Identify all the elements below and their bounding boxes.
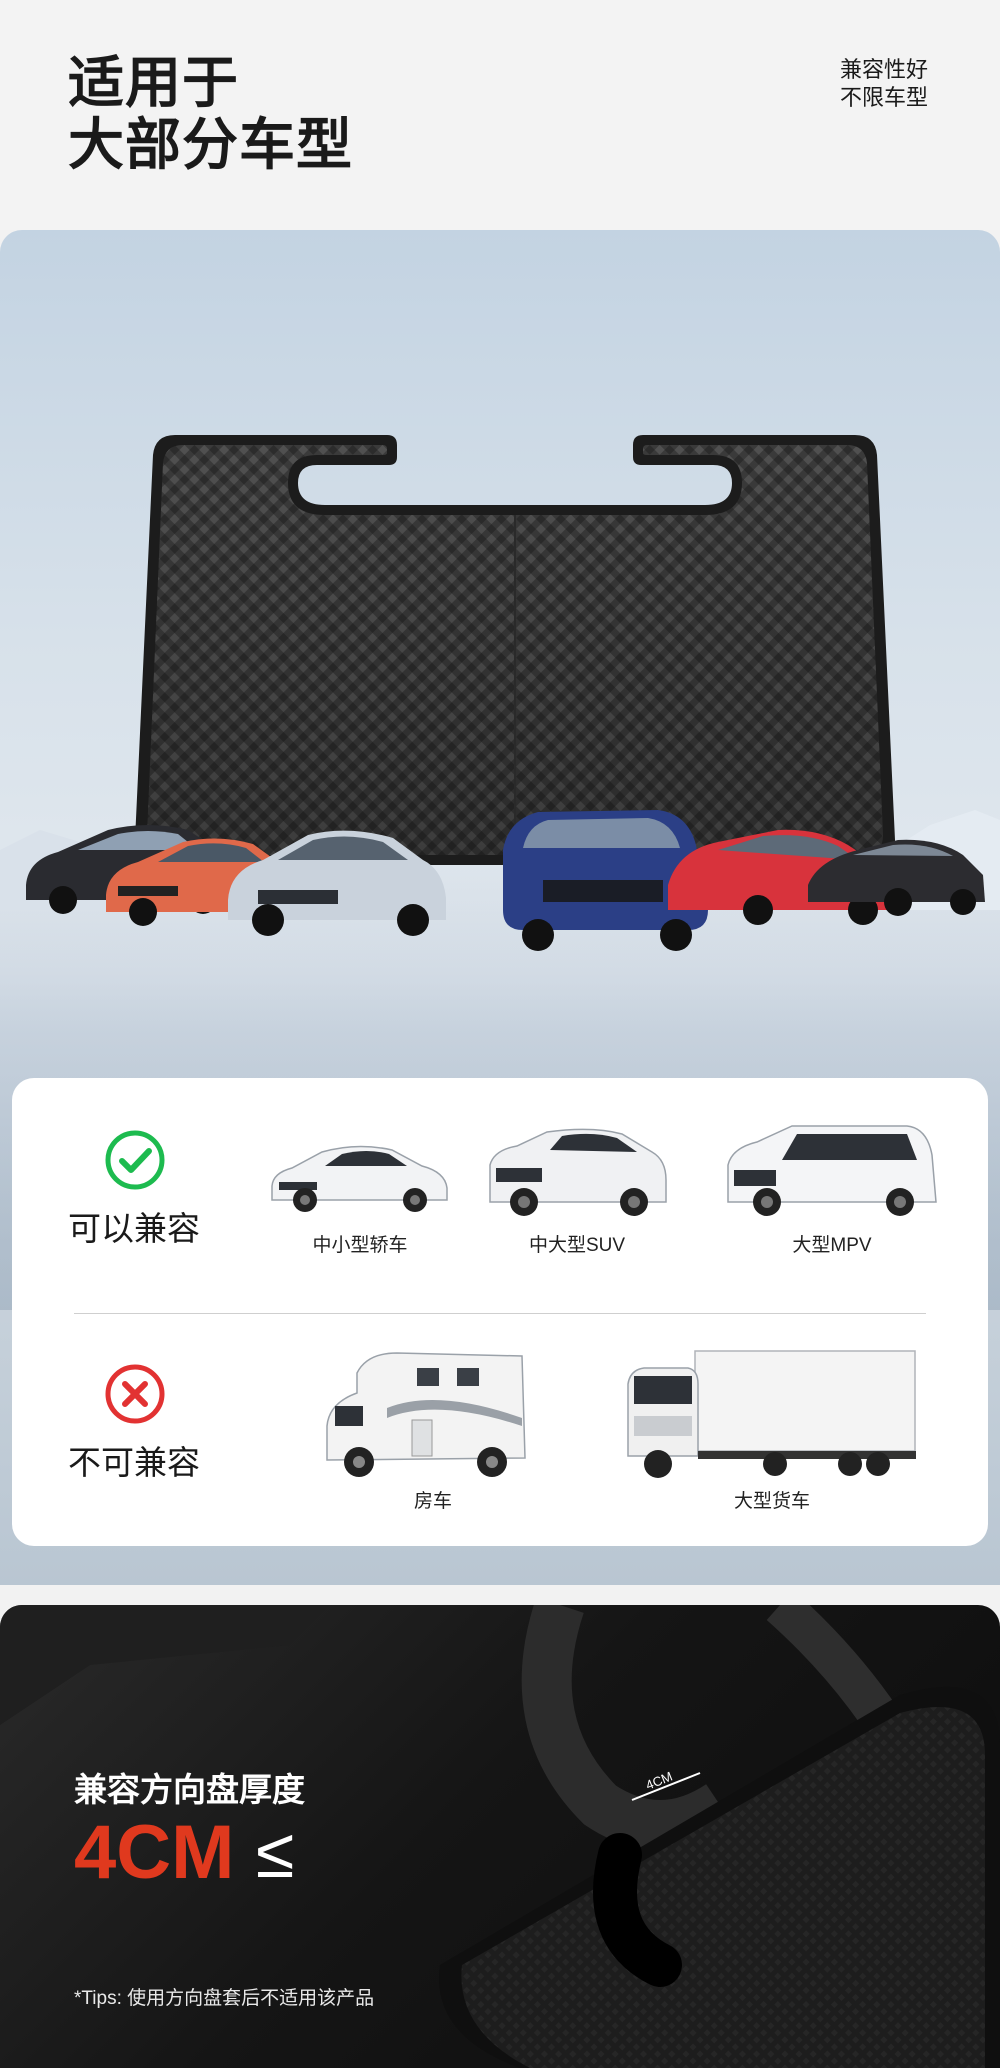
less-equal-symbol: ≤ [256, 1814, 295, 1892]
tips-text: *Tips: 使用方向盘套后不适用该产品 [74, 1988, 375, 2009]
tagline: 兼容性好 不限车型 [840, 56, 928, 112]
thickness-value: 4CM [74, 1810, 235, 1895]
sedan-image [271, 1145, 448, 1212]
vehicle-label-rv: 房车 [413, 1491, 452, 1512]
vehicle-label-suv: 中大型SUV [528, 1235, 626, 1256]
car-silver-sedan [228, 830, 446, 936]
incompatible-label: 不可兼容 [68, 1444, 200, 1481]
check-circle-icon [105, 1130, 165, 1190]
rv-image [326, 1352, 526, 1477]
tagline-line-1: 兼容性好 [839, 57, 928, 82]
title-line-1: 适用于 [68, 51, 239, 114]
vehicle-label-sedan: 中小型轿车 [312, 1235, 408, 1256]
divider [74, 1313, 926, 1314]
cross-circle-icon [105, 1364, 165, 1424]
title-line-2: 大部分车型 [68, 113, 353, 176]
vehicle-label-mpv: 大型MPV [792, 1235, 872, 1256]
mpv-image [727, 1125, 937, 1216]
compatible-label: 可以兼容 [68, 1210, 200, 1247]
compatibility-card: 可以兼容 中小型轿车 中大型SUV 大型MPV 不可兼容 房车 大型货车 [12, 1078, 988, 1546]
car-lineup-image [26, 810, 985, 951]
suv-image [489, 1128, 667, 1216]
header: 适用于 大部分车型 兼容性好 不限车型 [0, 0, 1000, 230]
tagline-line-2: 不限车型 [839, 85, 928, 110]
thickness-section: 4CM 兼容方向盘厚度 4CM ≤ *Tips: 使用方向盘套后不适用该产品 [0, 1605, 1000, 2068]
page-title: 适用于 大部分车型 [68, 52, 353, 176]
thickness-heading: 兼容方向盘厚度 [74, 1771, 305, 1808]
truck-image [627, 1350, 916, 1478]
vehicle-label-truck: 大型货车 [733, 1491, 810, 1512]
